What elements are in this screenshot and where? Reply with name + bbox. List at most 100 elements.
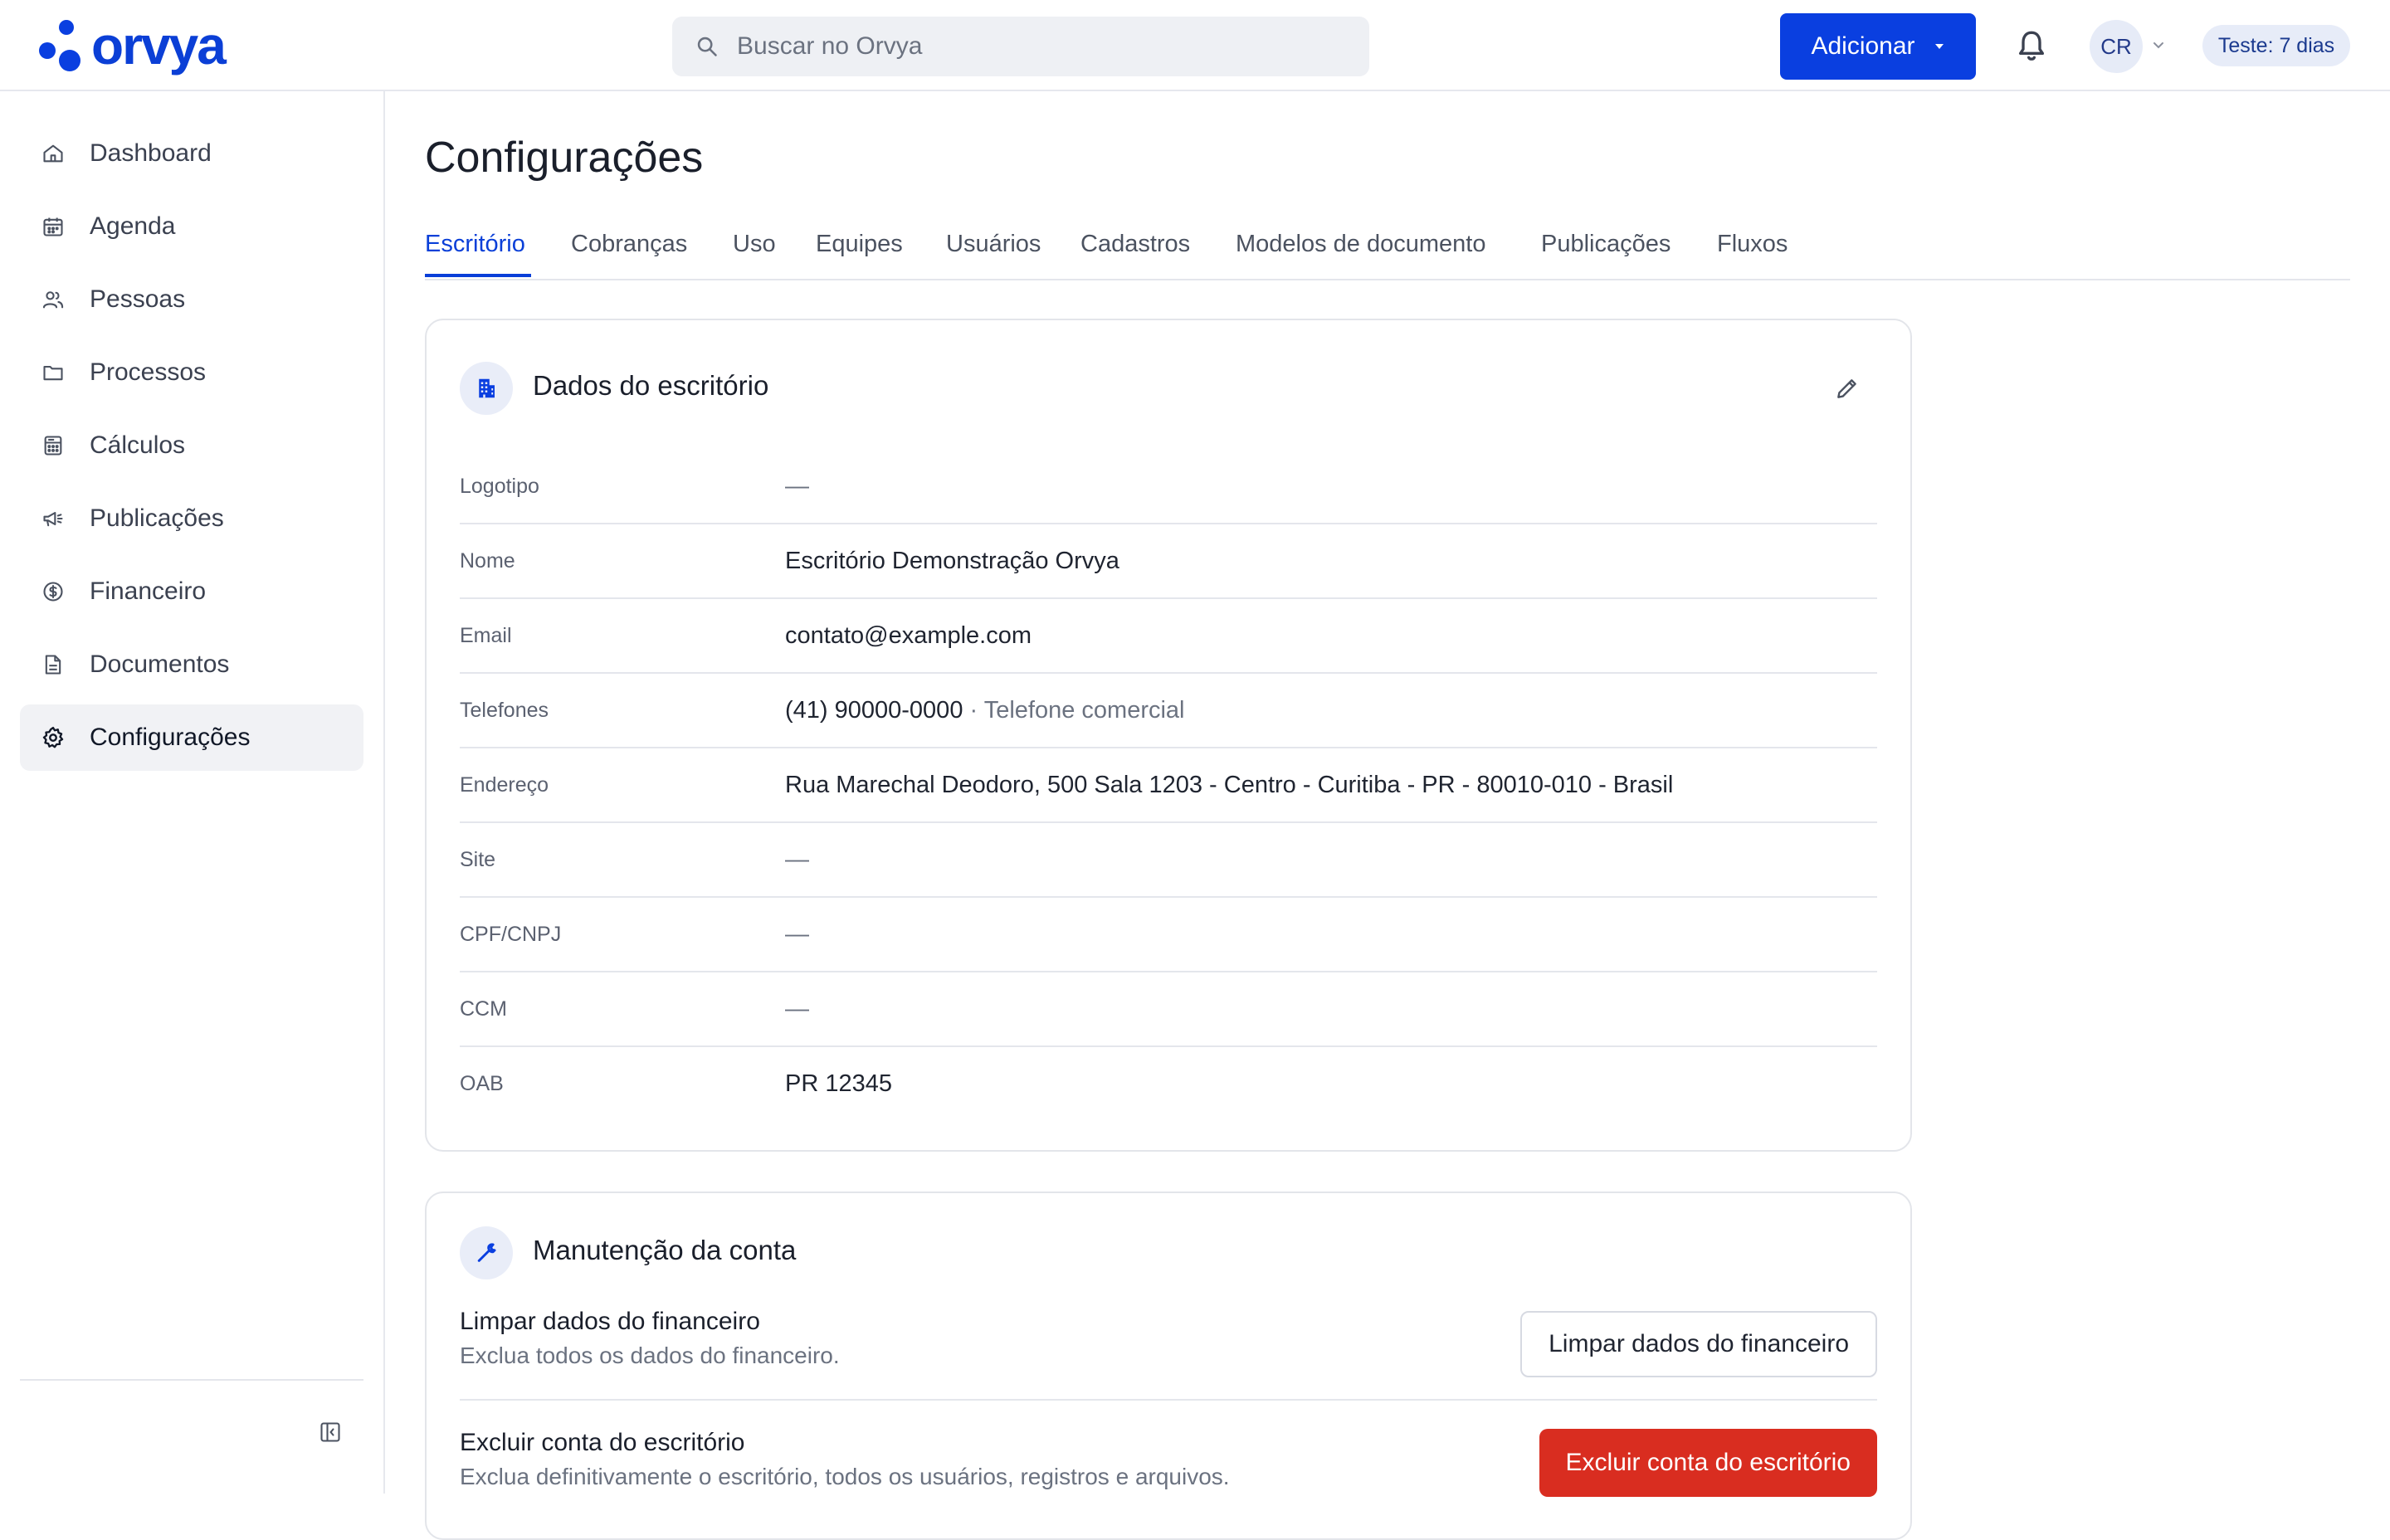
active-tab-indicator: [425, 274, 531, 277]
sidebar-item-label: Dashboard: [90, 139, 212, 167]
sidebar-item-label: Publicações: [90, 504, 224, 532]
sidebar-item-publicacoes[interactable]: Publicações: [20, 485, 363, 552]
top-bar: orvya Adicionar CR Teste: 7 dias: [0, 0, 2390, 91]
field-label: Endereço: [460, 773, 549, 797]
account-maintenance-card: Manutenção da conta Limpar dados do fina…: [425, 1192, 1912, 1540]
delete-office-description: Exclua definitivamente o escritório, tod…: [460, 1464, 1230, 1489]
logo-dots-icon: [39, 20, 80, 71]
field-label: CCM: [460, 997, 507, 1021]
field-row-logotipo: Logotipo —: [460, 448, 1877, 524]
people-icon: [40, 286, 66, 313]
caret-down-icon: [1934, 44, 1944, 49]
maintenance-divider: [460, 1399, 1877, 1401]
sidebar-item-documentos[interactable]: Documentos: [20, 631, 363, 698]
building-icon: [460, 362, 513, 415]
field-label: Logotipo: [460, 475, 539, 498]
delete-office-title: Excluir conta do escritório: [460, 1429, 745, 1456]
field-value: Escritório Demonstração Orvya: [785, 548, 1119, 574]
avatar-initials: CR: [2100, 33, 2132, 59]
tab-equipes[interactable]: Equipes: [816, 231, 903, 258]
sidebar-collapse-icon[interactable]: [319, 1421, 342, 1444]
tab-cadastros[interactable]: Cadastros: [1080, 231, 1190, 258]
tab-fluxos[interactable]: Fluxos: [1717, 231, 1788, 258]
field-row-cpf-cnpj: CPF/CNPJ —: [460, 896, 1877, 972]
field-row-telefones: Telefones (41) 90000-0000 · Telefone com…: [460, 672, 1877, 748]
field-row-nome: Nome Escritório Demonstração Orvya: [460, 523, 1877, 599]
megaphone-icon: [40, 505, 66, 532]
sidebar-item-configuracoes[interactable]: Configurações: [20, 704, 363, 771]
field-value: contato@example.com: [785, 622, 1032, 649]
phone-number: (41) 90000-0000: [785, 697, 963, 724]
search-input[interactable]: [735, 32, 1319, 61]
field-label: Nome: [460, 549, 515, 573]
field-label: Site: [460, 848, 496, 871]
sidebar-item-label: Documentos: [90, 651, 230, 678]
clear-finance-description: Exclua todos os dados do financeiro.: [460, 1343, 840, 1368]
page-title: Configurações: [425, 134, 704, 182]
sidebar-item-label: Agenda: [90, 212, 176, 240]
sidebar-item-label: Processos: [90, 358, 207, 386]
sidebar-item-financeiro[interactable]: Financeiro: [20, 558, 363, 625]
sidebar-item-label: Pessoas: [90, 285, 186, 313]
field-row-oab: OAB PR 12345: [460, 1045, 1877, 1120]
calendar-icon: [40, 213, 66, 240]
sidebar-item-label: Financeiro: [90, 578, 207, 605]
field-row-email: Email contato@example.com: [460, 597, 1877, 674]
field-label: Email: [460, 624, 512, 647]
tab-modelos-de-documento[interactable]: Modelos de documento: [1236, 231, 1485, 258]
tab-cobrancas[interactable]: Cobranças: [571, 231, 687, 258]
field-value: —: [785, 846, 809, 873]
trial-badge[interactable]: Teste: 7 dias: [2202, 25, 2350, 66]
settings-tabs: Escritório Cobranças Uso Equipes Usuário…: [425, 226, 2350, 280]
gear-icon: [40, 724, 66, 751]
chevron-down-icon[interactable]: [2151, 38, 2166, 53]
field-label: CPF/CNPJ: [460, 923, 562, 946]
orvya-logo[interactable]: orvya: [38, 16, 227, 76]
sidebar-item-calculos[interactable]: Cálculos: [20, 412, 363, 479]
calculator-icon: [40, 432, 66, 459]
field-row-endereco: Endereço Rua Marechal Deodoro, 500 Sala …: [460, 747, 1877, 823]
home-icon: [40, 140, 66, 167]
folder-icon: [40, 359, 66, 386]
field-value: Rua Marechal Deodoro, 500 Sala 1203 - Ce…: [785, 772, 1674, 798]
field-value: —: [785, 473, 809, 500]
user-avatar[interactable]: CR: [2090, 20, 2143, 73]
add-button-label: Adicionar: [1811, 32, 1915, 60]
clear-finance-title: Limpar dados do financeiro: [460, 1308, 760, 1335]
office-data-card: Dados do escritório Logotipo — Nome Escr…: [425, 319, 1912, 1152]
dollar-icon: [40, 578, 66, 605]
field-row-ccm: CCM —: [460, 971, 1877, 1047]
sidebar-item-label: Configurações: [90, 724, 251, 751]
search-bar[interactable]: [672, 17, 1369, 76]
tab-escritorio[interactable]: Escritório: [425, 231, 525, 258]
clear-finance-section: Limpar dados do financeiro Exclua todos …: [460, 1308, 1877, 1382]
field-row-site: Site —: [460, 821, 1877, 898]
field-value: —: [785, 996, 809, 1022]
maintenance-card-title: Manutenção da conta: [533, 1235, 797, 1265]
clear-finance-button-label: Limpar dados do financeiro: [1549, 1330, 1849, 1357]
field-value-group: (41) 90000-0000 · Telefone comercial: [785, 697, 1185, 724]
add-button[interactable]: Adicionar: [1780, 13, 1976, 80]
sidebar-item-agenda[interactable]: Agenda: [20, 193, 363, 260]
field-value: —: [785, 921, 809, 948]
field-value: PR 12345: [785, 1070, 892, 1097]
tab-publicacoes[interactable]: Publicações: [1541, 231, 1671, 258]
field-label: Telefones: [460, 699, 549, 722]
delete-office-button[interactable]: Excluir conta do escritório: [1539, 1429, 1877, 1497]
sidebar: Dashboard Agenda Pessoas Processos Cálcu…: [0, 91, 385, 1494]
tab-uso[interactable]: Uso: [733, 231, 776, 258]
clear-finance-button[interactable]: Limpar dados do financeiro: [1520, 1311, 1877, 1377]
tab-usuarios[interactable]: Usuários: [946, 231, 1041, 258]
phone-type: · Telefone comercial: [969, 697, 1185, 724]
sidebar-item-dashboard[interactable]: Dashboard: [20, 120, 363, 187]
sidebar-item-pessoas[interactable]: Pessoas: [20, 266, 363, 333]
trial-badge-label: Teste: 7 dias: [2217, 33, 2335, 57]
document-icon: [40, 651, 66, 678]
sidebar-divider: [20, 1379, 363, 1381]
logo-wordmark: orvya: [91, 16, 227, 76]
wrench-icon: [460, 1226, 513, 1279]
edit-pencil-icon[interactable]: [1834, 375, 1861, 402]
bell-icon[interactable]: [2015, 28, 2048, 65]
sidebar-item-processos[interactable]: Processos: [20, 339, 363, 406]
delete-office-section: Excluir conta do escritório Exclua defin…: [460, 1429, 1877, 1512]
